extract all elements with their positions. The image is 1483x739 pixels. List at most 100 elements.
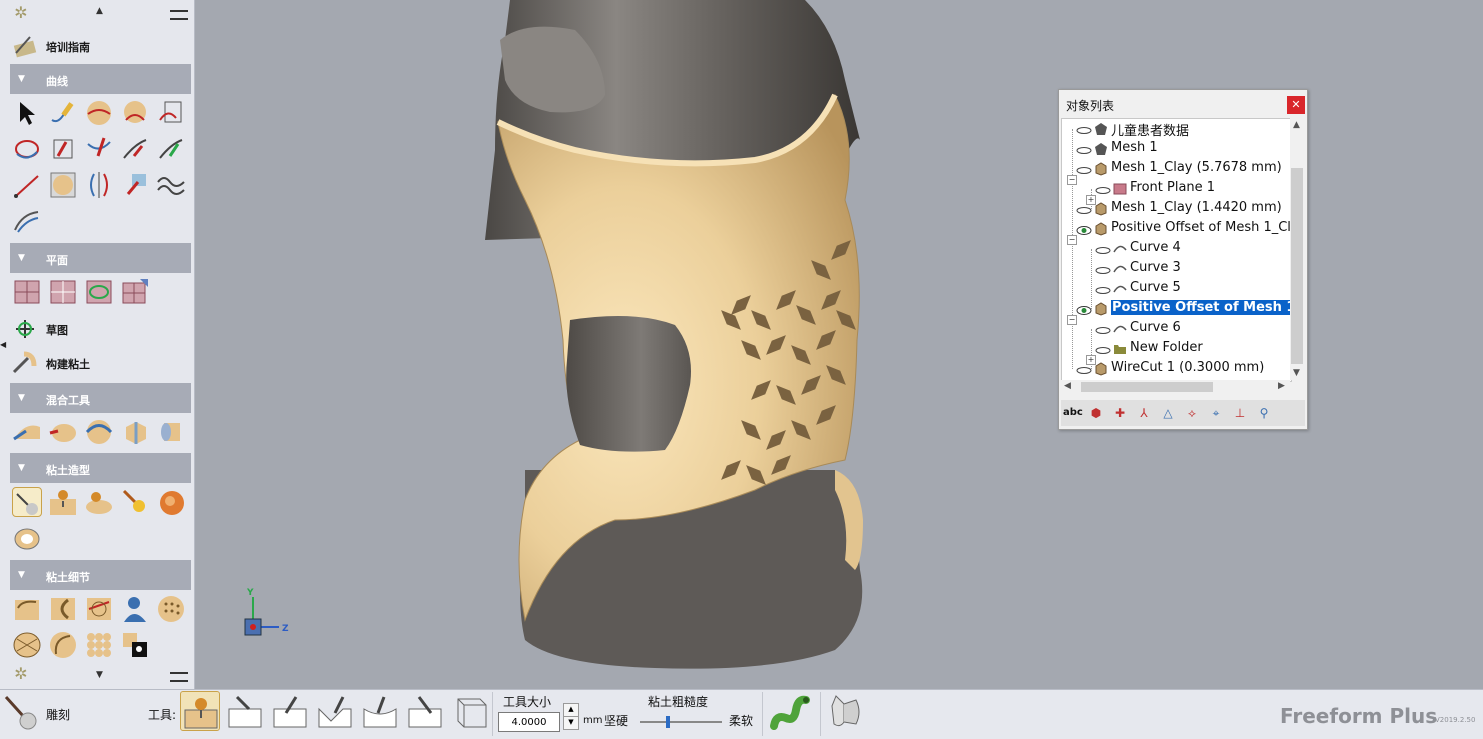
- object-tree-row[interactable]: Mesh 1_Clay (5.7678 mm): [1062, 159, 1291, 179]
- rename-abc-button[interactable]: abc: [1063, 404, 1083, 422]
- detail-layer-tool[interactable]: [12, 594, 42, 624]
- object-tool-3-icon[interactable]: ⅄: [1135, 404, 1153, 422]
- section-curves[interactable]: ▼ 曲线: [10, 64, 191, 94]
- scrollbar-thumb[interactable]: [1291, 168, 1303, 364]
- detail-emboss-tool[interactable]: [84, 594, 114, 624]
- eye-closed-icon[interactable]: [1076, 124, 1092, 134]
- clay-smudge-tool[interactable]: [120, 487, 150, 517]
- collapse-panel-arrow-icon[interactable]: ◀: [0, 340, 6, 349]
- plane-edit-tool[interactable]: [120, 277, 150, 307]
- eye-open-icon[interactable]: [1076, 304, 1092, 315]
- build-clay-link[interactable]: 构建粘土: [12, 348, 190, 378]
- curve-on-clay-tool[interactable]: [84, 98, 114, 128]
- object-tree[interactable]: 儿童患者数据 Mesh 1 Mesh 1_Clay (5.7678 mm) Front…: [1061, 118, 1292, 382]
- eye-closed-icon[interactable]: [1076, 364, 1092, 374]
- curve-merge-tool[interactable]: [156, 134, 186, 164]
- clay-tool-5-button[interactable]: [360, 691, 400, 731]
- collapse-node-icon[interactable]: −: [1067, 235, 1077, 245]
- expand-node-icon[interactable]: +: [1086, 195, 1096, 205]
- clay-emboss-tool[interactable]: [84, 487, 114, 517]
- curve-plane-tool[interactable]: [156, 98, 186, 128]
- section-clay-modeling[interactable]: ▼ 粘土造型: [10, 453, 191, 483]
- tool-size-input[interactable]: [498, 712, 560, 732]
- slider-handle[interactable]: [666, 716, 670, 728]
- curve-extend-tool[interactable]: [120, 134, 150, 164]
- collapse-node-icon[interactable]: −: [1067, 175, 1077, 185]
- sphere-curve-tool[interactable]: [48, 170, 78, 200]
- clay-ring-tool[interactable]: [12, 523, 42, 553]
- detail-wrap-tool[interactable]: [48, 630, 78, 660]
- blend-bulge-tool[interactable]: [48, 417, 78, 447]
- object-tool-6-icon[interactable]: ⌖: [1207, 404, 1225, 422]
- clay-tool-6-button[interactable]: [405, 691, 445, 731]
- eye-closed-icon[interactable]: [1095, 344, 1111, 354]
- sculpt-tool-selected[interactable]: [12, 487, 42, 517]
- plane-curve-tool[interactable]: [84, 277, 114, 307]
- object-list-vertical-scrollbar[interactable]: ▲ ▼: [1290, 118, 1304, 380]
- eye-closed-icon[interactable]: [1076, 144, 1092, 154]
- blend-smooth-tool[interactable]: [12, 417, 42, 447]
- object-tree-row[interactable]: Mesh 1_Clay (1.4420 mm): [1062, 199, 1291, 219]
- object-tree-row[interactable]: Front Plane 1: [1062, 179, 1291, 199]
- blend-cube-tool[interactable]: [120, 417, 150, 447]
- plane-sketch-tool[interactable]: [48, 277, 78, 307]
- sketch-link[interactable]: 草图: [12, 314, 190, 344]
- detail-figure-tool[interactable]: [120, 594, 150, 624]
- scroll-up-arrow-icon[interactable]: ▲: [96, 6, 106, 16]
- mirror-curve-tool[interactable]: [84, 170, 114, 200]
- clay-tool-2-button[interactable]: [225, 691, 265, 731]
- menu-grip-icon[interactable]: [170, 10, 188, 20]
- settings-gear-icon[interactable]: ✲: [12, 665, 30, 683]
- object-tree-row[interactable]: New Folder: [1062, 339, 1291, 359]
- scrollbar-thumb[interactable]: [1081, 382, 1213, 392]
- object-tree-row[interactable]: Curve 4: [1062, 239, 1291, 259]
- eye-closed-icon[interactable]: [1095, 284, 1111, 294]
- magnifier-icon[interactable]: ⚲: [1255, 404, 1273, 422]
- clay-carve-tool[interactable]: [48, 487, 78, 517]
- object-tree-row[interactable]: Positive Offset of Mesh 1_Clay: [1062, 219, 1291, 239]
- object-list-horizontal-scrollbar[interactable]: ◀ ▶: [1061, 380, 1290, 394]
- curve-from-mesh-tool[interactable]: [120, 170, 150, 200]
- clay-tool-1-button[interactable]: [180, 691, 220, 731]
- spin-up-button[interactable]: ▲: [563, 703, 579, 717]
- detail-decal-tool[interactable]: [120, 630, 150, 660]
- object-tree-row[interactable]: WireCut 1 (0.3000 mm): [1062, 359, 1291, 379]
- collapse-node-icon[interactable]: −: [1067, 315, 1077, 325]
- object-tool-2-icon[interactable]: ✚: [1111, 404, 1129, 422]
- object-tool-1-icon[interactable]: ⬢: [1087, 404, 1105, 422]
- settings-gear-icon[interactable]: ✲: [12, 4, 30, 22]
- spin-down-button[interactable]: ▼: [563, 716, 579, 730]
- curve-projection-tool[interactable]: [120, 98, 150, 128]
- loop-curve-tool[interactable]: [12, 134, 42, 164]
- object-tree-row[interactable]: 儿童患者数据: [1062, 119, 1291, 139]
- scroll-down-arrow-icon[interactable]: ▼: [96, 670, 106, 680]
- clay-tool-4-button[interactable]: [315, 691, 355, 731]
- clay-inflate-tool[interactable]: [156, 487, 186, 517]
- object-tree-row[interactable]: Positive Offset of Mesh 1_Cl: [1062, 299, 1291, 319]
- haptic-device-icon[interactable]: [826, 692, 866, 732]
- clay-tool-7-button[interactable]: [450, 691, 490, 731]
- section-blend-tools[interactable]: ▼ 混合工具: [10, 383, 191, 413]
- clay-roughness-slider[interactable]: [640, 716, 722, 728]
- training-guide-link[interactable]: 培训指南: [12, 31, 190, 61]
- worm-tool-button[interactable]: [768, 692, 812, 732]
- curve-intersect-tool[interactable]: [84, 134, 114, 164]
- section-clay-detail[interactable]: ▼ 粘土细节: [10, 560, 191, 590]
- object-tree-row[interactable]: Curve 3: [1062, 259, 1291, 279]
- eye-closed-icon[interactable]: [1095, 324, 1111, 334]
- curve-to-plane-tool[interactable]: [48, 134, 78, 164]
- clay-tool-3-button[interactable]: [270, 691, 310, 731]
- object-tool-4-icon[interactable]: △: [1159, 404, 1177, 422]
- eye-closed-icon[interactable]: [1076, 204, 1092, 214]
- detail-pattern-tool[interactable]: [12, 630, 42, 660]
- section-planes[interactable]: ▼ 平面: [10, 243, 191, 273]
- line-curve-tool[interactable]: [12, 170, 42, 200]
- menu-grip-icon[interactable]: [170, 672, 188, 682]
- curve-smooth-tool[interactable]: [12, 206, 42, 236]
- object-tree-row[interactable]: Curve 6: [1062, 319, 1291, 339]
- object-tool-7-icon[interactable]: ⊥: [1231, 404, 1249, 422]
- detail-dots-tool[interactable]: [84, 630, 114, 660]
- plane-grid-tool[interactable]: [12, 277, 42, 307]
- expand-node-icon[interactable]: +: [1086, 355, 1096, 365]
- eye-closed-icon[interactable]: [1095, 184, 1111, 194]
